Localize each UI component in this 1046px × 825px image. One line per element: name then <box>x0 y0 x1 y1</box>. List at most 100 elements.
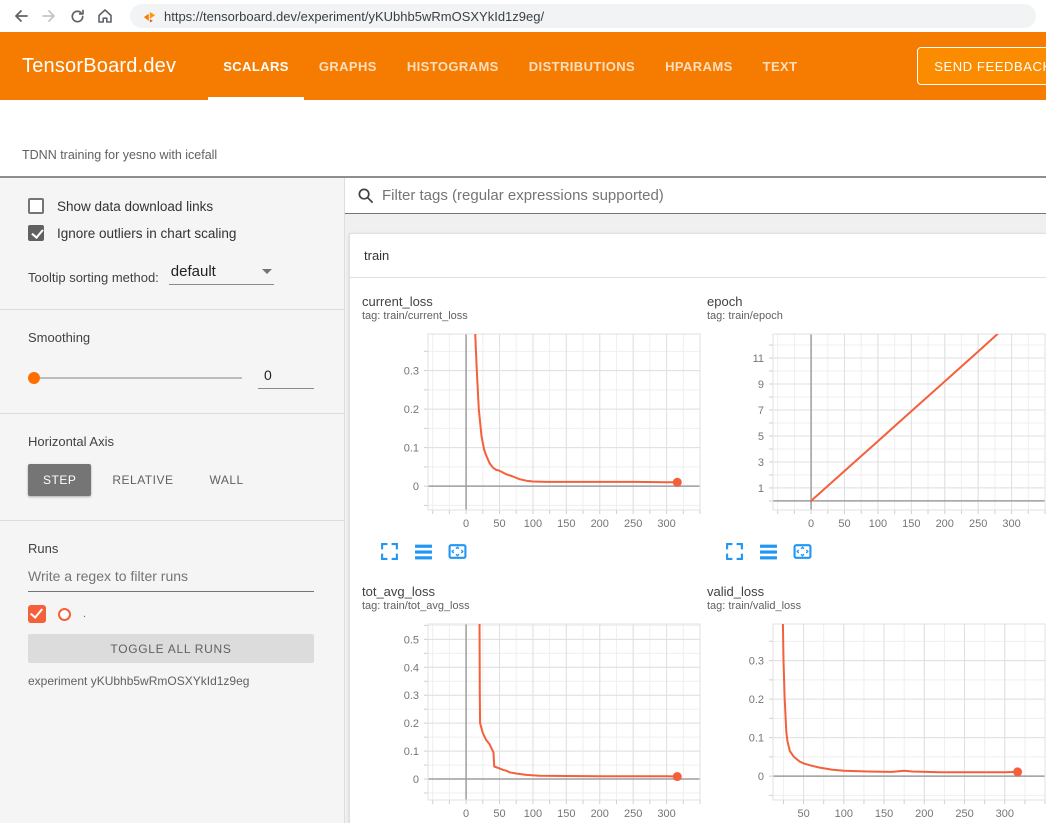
home-icon[interactable] <box>94 5 116 27</box>
sidebar-section-horizontal-axis: Horizontal Axis STEP RELATIVE WALL <box>0 414 344 521</box>
forward-icon[interactable] <box>38 5 60 27</box>
chevron-down-icon <box>262 269 272 279</box>
svg-text:0.2: 0.2 <box>404 718 419 730</box>
brand-title: TensorBoard.dev <box>22 55 176 78</box>
smoothing-slider[interactable] <box>28 377 242 379</box>
chart-tag: tag: train/tot_avg_loss <box>362 600 707 612</box>
horizontal-axis-buttons: STEP RELATIVE WALL <box>28 464 314 496</box>
svg-text:250: 250 <box>955 808 973 820</box>
tab-text[interactable]: TEXT <box>748 32 813 100</box>
charts-grid: current_loss tag: train/current_loss 050… <box>350 278 1046 823</box>
axis-wall-button[interactable]: WALL <box>194 464 258 496</box>
svg-text:100: 100 <box>524 808 542 820</box>
chart-card: tot_avg_loss tag: train/tot_avg_loss 0 50… <box>362 584 707 823</box>
smoothing-value[interactable]: 0 <box>258 367 314 389</box>
show-download-links-checkbox-row[interactable]: Show data download links <box>28 198 314 214</box>
svg-text:0: 0 <box>463 518 469 530</box>
svg-text:0.3: 0.3 <box>404 366 419 378</box>
tab-bar: SCALARS GRAPHS HISTOGRAMS DISTRIBUTIONS … <box>208 32 812 100</box>
log-scale-icon[interactable] <box>414 542 434 562</box>
svg-text:0.1: 0.1 <box>404 443 419 455</box>
tooltip-sorting-label: Tooltip sorting method: <box>28 270 159 285</box>
svg-text:300: 300 <box>996 808 1014 820</box>
chart-plot[interactable]: 05010015020025030000.10.20.3 <box>362 329 702 535</box>
url-bar[interactable]: https://tensorboard.dev/experiment/yKUbh… <box>130 4 1036 28</box>
smoothing-slider-thumb[interactable] <box>28 372 40 384</box>
experiment-title: TDNN training for yesno with icefall <box>22 148 217 162</box>
svg-text:0: 0 <box>463 808 469 820</box>
chart-title: tot_avg_loss <box>362 584 707 599</box>
chart-plot[interactable]: 05010015020025030000.10.20.30.40.5 <box>362 619 702 823</box>
svg-text:250: 250 <box>624 518 642 530</box>
svg-text:0.1: 0.1 <box>404 746 419 758</box>
tag-group-card: train current_loss tag: train/current_lo… <box>349 233 1046 823</box>
svg-text:0.4: 0.4 <box>404 662 419 674</box>
experiment-note: experiment yKUbhb5wRmOSXYkId1z9eg <box>28 674 314 688</box>
chart-card: valid_loss tag: train/valid_loss 5010015… <box>707 584 1046 823</box>
svg-text:300: 300 <box>657 808 675 820</box>
show-download-links-checkbox[interactable] <box>28 198 44 214</box>
svg-text:3: 3 <box>758 457 764 469</box>
tab-scalars[interactable]: SCALARS <box>208 32 304 100</box>
app-bar: TensorBoard.dev SCALARS GRAPHS HISTOGRAM… <box>0 32 1046 100</box>
svg-text:0: 0 <box>758 771 764 783</box>
filter-tags-input[interactable] <box>382 187 1046 204</box>
svg-text:50: 50 <box>797 808 809 820</box>
ignore-outliers-checkbox-row[interactable]: Ignore outliers in chart scaling <box>28 225 314 241</box>
axis-step-button[interactable]: STEP <box>28 464 91 496</box>
svg-text:9: 9 <box>758 379 764 391</box>
tag-group-header[interactable]: train <box>350 234 1046 278</box>
svg-text:200: 200 <box>936 518 954 530</box>
svg-text:50: 50 <box>838 518 850 530</box>
chart-tag: tag: train/current_loss <box>362 310 707 322</box>
tab-graphs[interactable]: GRAPHS <box>304 32 392 100</box>
expand-chart-icon[interactable] <box>380 542 400 562</box>
main-panel: train current_loss tag: train/current_lo… <box>345 178 1046 823</box>
axis-relative-button[interactable]: RELATIVE <box>97 464 188 496</box>
svg-text:300: 300 <box>657 518 675 530</box>
fit-domain-icon[interactable] <box>448 542 468 562</box>
send-feedback-button[interactable]: SEND FEEDBACK <box>917 47 1046 85</box>
toggle-all-runs-button[interactable]: TOGGLE ALL RUNS <box>28 634 314 663</box>
svg-text:50: 50 <box>493 808 505 820</box>
svg-text:250: 250 <box>969 518 987 530</box>
tab-hparams[interactable]: HPARAMS <box>650 32 748 100</box>
svg-text:0: 0 <box>808 518 814 530</box>
ignore-outliers-checkbox[interactable] <box>28 225 44 241</box>
run-checkbox[interactable] <box>28 605 46 623</box>
run-color-swatch-icon <box>58 608 71 621</box>
svg-text:0.3: 0.3 <box>749 656 764 668</box>
sidebar: Show data download links Ignore outliers… <box>0 178 345 823</box>
search-icon <box>357 187 374 204</box>
chart-tag: tag: train/valid_loss <box>707 600 1046 612</box>
svg-text:0.2: 0.2 <box>749 694 764 706</box>
url-text: https://tensorboard.dev/experiment/yKUbh… <box>164 9 544 24</box>
svg-text:0.5: 0.5 <box>404 634 419 646</box>
log-scale-icon[interactable] <box>759 542 779 562</box>
tab-distributions[interactable]: DISTRIBUTIONS <box>514 32 650 100</box>
runs-filter-input[interactable] <box>28 562 314 592</box>
svg-text:250: 250 <box>624 808 642 820</box>
back-icon[interactable] <box>10 5 32 27</box>
chart-plot[interactable]: 5010015020025030000.10.20.3 <box>707 619 1046 823</box>
svg-text:300: 300 <box>1002 518 1020 530</box>
checkbox-label: Show data download links <box>57 199 213 214</box>
svg-text:1: 1 <box>758 483 764 495</box>
chart-card: current_loss tag: train/current_loss 050… <box>362 294 707 562</box>
expand-chart-icon[interactable] <box>725 542 745 562</box>
svg-text:200: 200 <box>591 808 609 820</box>
reload-icon[interactable] <box>66 5 88 27</box>
page: https://tensorboard.dev/experiment/yKUbh… <box>0 0 1046 825</box>
content: Show data download links Ignore outliers… <box>0 178 1046 823</box>
tooltip-sorting-value: default <box>171 263 216 280</box>
svg-text:200: 200 <box>591 518 609 530</box>
svg-text:11: 11 <box>753 353 764 365</box>
tooltip-sorting-dropdown[interactable]: default <box>169 263 274 285</box>
tab-histograms[interactable]: HISTOGRAMS <box>392 32 514 100</box>
smoothing-slider-row: 0 <box>28 367 314 389</box>
svg-text:7: 7 <box>758 405 764 417</box>
svg-text:0.1: 0.1 <box>749 733 764 745</box>
fit-domain-icon[interactable] <box>793 542 813 562</box>
run-list-item[interactable]: . <box>28 605 314 623</box>
chart-plot[interactable]: 0501001502002503001357911 <box>707 329 1046 535</box>
